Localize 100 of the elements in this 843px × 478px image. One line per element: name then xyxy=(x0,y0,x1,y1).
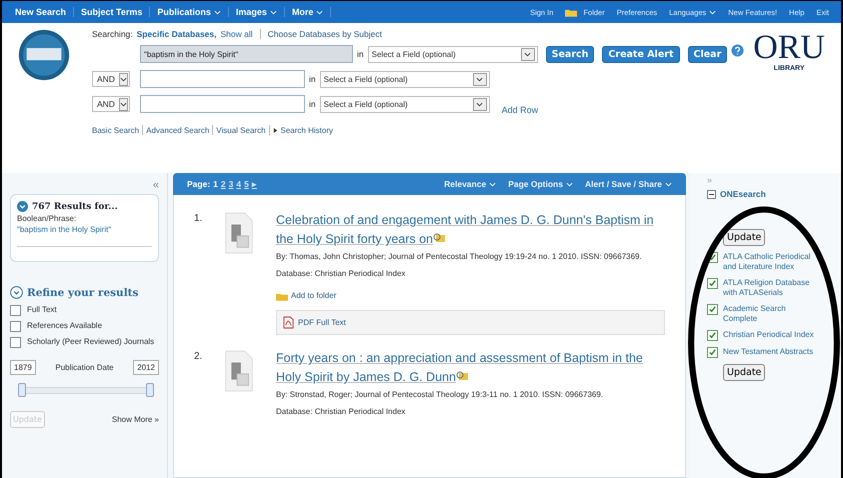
folder-icon xyxy=(565,8,578,16)
caret-icon[interactable] xyxy=(472,98,487,110)
search-action-button[interactable]: Clear xyxy=(688,46,728,62)
checkbox[interactable] xyxy=(707,278,718,289)
show-more-link[interactable]: Show More » xyxy=(112,415,159,424)
date-range-slider[interactable] xyxy=(18,383,154,397)
operator-select[interactable]: AND xyxy=(92,71,130,87)
nav-link[interactable]: Subject Terms xyxy=(74,7,150,17)
filter-label: References Available xyxy=(27,321,102,330)
add-row-link[interactable]: Add Row xyxy=(502,105,538,115)
year-field[interactable]: 2012 xyxy=(133,360,159,375)
pdf-full-text-link[interactable]: PDF Full Text xyxy=(283,316,658,329)
in-label: in xyxy=(357,49,364,59)
page-link[interactable]: 2 xyxy=(220,179,226,189)
in-label: in xyxy=(309,99,316,109)
page-link[interactable]: 3 xyxy=(228,179,234,189)
caret-icon[interactable] xyxy=(520,48,535,60)
caret-icon[interactable] xyxy=(472,72,487,86)
result-title-link[interactable]: Forty years on : an appreciation and assessment of Baptism in the Holy Spirit by James D. G. Dunn xyxy=(276,349,665,387)
add-to-folder-link[interactable]: Add to folder xyxy=(276,290,665,302)
search-action-button[interactable]: Create Alert xyxy=(602,46,680,62)
caret-icon xyxy=(665,182,672,186)
query-text: "baptism in the Holy Spirit" xyxy=(17,225,112,234)
caret-icon xyxy=(316,10,324,14)
choose-databases-link[interactable]: Choose Databases by Subject xyxy=(268,29,382,39)
checkbox[interactable] xyxy=(707,304,718,315)
checkbox[interactable] xyxy=(707,330,718,341)
in-label: in xyxy=(309,74,316,84)
nav-link[interactable]: Images xyxy=(228,7,285,17)
page-link[interactable]: 1 xyxy=(213,179,218,189)
nav-link[interactable]: More xyxy=(284,7,332,17)
result-title-link[interactable]: Celebration of and engagement with James D. G. Dunn's Baptism in the Holy Spirit forty years on xyxy=(276,211,665,249)
results-count: 767 Results for... xyxy=(32,202,118,212)
refine-heading: Refine your results xyxy=(27,286,138,298)
database-label: ATLA Religion Database with ATLASerials xyxy=(723,278,811,298)
toolbar-menu[interactable]: Alert / Save / Share xyxy=(584,179,672,189)
database-label: Academic Search Complete xyxy=(723,304,787,324)
search-mode-link[interactable]: Advanced Search xyxy=(146,126,210,134)
update-button[interactable]: Update xyxy=(723,229,766,246)
checkbox[interactable] xyxy=(707,347,718,358)
search-mode-link[interactable]: Basic Search xyxy=(92,126,140,134)
pdf-icon xyxy=(283,316,294,329)
search-mode-link[interactable]: Visual Search xyxy=(216,126,266,134)
next-page-link[interactable]: ▸ xyxy=(252,179,257,189)
filter-label: Full Text xyxy=(27,305,57,314)
result-number: 2. xyxy=(194,350,204,364)
triangle-icon xyxy=(272,126,278,134)
nav-link[interactable]: Publications xyxy=(150,7,229,17)
checkbox[interactable] xyxy=(10,305,21,316)
database-label: Christian Periodical Index xyxy=(723,330,815,340)
field-select[interactable]: Select a Field (optional) xyxy=(320,96,490,112)
searching-label: Searching: xyxy=(92,29,133,39)
update-button[interactable]: Update xyxy=(723,364,766,381)
toolbar-menu[interactable]: Page Options xyxy=(508,179,573,189)
collapse-icon[interactable]: « xyxy=(152,179,159,191)
logo-icon xyxy=(18,29,70,81)
show-all-link[interactable]: Show all xyxy=(220,29,253,39)
caret-icon xyxy=(566,182,573,186)
collapse-toggle-icon[interactable] xyxy=(17,201,28,212)
caret-icon xyxy=(709,10,716,14)
field-select[interactable]: Select a Field (optional) xyxy=(320,70,490,88)
preview-icon[interactable] xyxy=(433,233,446,243)
toolbar-menu[interactable]: Relevance xyxy=(444,179,496,189)
query-type: Boolean/Phrase: xyxy=(17,214,78,223)
result-database: Database: Christian Periodical Index xyxy=(276,268,406,280)
page-link[interactable]: 5 xyxy=(244,179,249,189)
checkbox[interactable] xyxy=(10,321,21,332)
operator-select[interactable]: AND xyxy=(92,96,130,112)
library-logo-name: ORU xyxy=(753,31,825,65)
nav-link[interactable]: New Search xyxy=(8,7,74,17)
search-field[interactable] xyxy=(140,95,305,113)
collapse-icon[interactable] xyxy=(707,190,716,198)
folder-icon xyxy=(276,292,288,300)
checkbox[interactable] xyxy=(10,337,21,348)
year-field[interactable]: 1879 xyxy=(10,360,36,375)
caret-icon[interactable] xyxy=(118,72,128,86)
filter-label: Scholarly (Peer Reviewed) Journals xyxy=(27,337,154,346)
databases-link[interactable]: Specific Databases, xyxy=(136,29,216,39)
caret-icon[interactable] xyxy=(118,98,128,110)
caret-icon xyxy=(214,10,221,14)
search-mode-link[interactable]: Search History xyxy=(280,126,333,134)
caret-icon xyxy=(270,10,277,14)
help-icon[interactable] xyxy=(731,44,744,56)
preview-icon[interactable] xyxy=(456,371,468,381)
result-byline: By: Stronstad, Roger; Journal of Pentecostal Theology 19:3-11 no. 1 2010. ISSN: 09667369. xyxy=(276,389,604,401)
result-database: Database: Christian Periodical Index xyxy=(276,406,406,418)
result-byline: By: Thomas, John Christopher; Journal of Pentecostal Theology 19:19-24 no. 1 2010. ISSN: 09667369. xyxy=(276,251,643,263)
result-number: 1. xyxy=(194,212,204,226)
collapse-toggle-icon[interactable] xyxy=(10,286,23,299)
date-label: Publication Date xyxy=(55,363,114,372)
page-link[interactable]: 4 xyxy=(236,179,242,189)
search-field[interactable] xyxy=(140,70,305,88)
caret-icon xyxy=(489,182,496,186)
database-label: ATLA Catholic Periodical and Literature Index xyxy=(723,252,812,272)
page-label: Page: xyxy=(187,179,210,189)
field-select[interactable]: Select a Field (optional) xyxy=(368,46,538,62)
onesearch-heading: ONEsearch xyxy=(720,189,766,199)
database-label: New Testament Abstracts xyxy=(723,347,814,357)
search-field[interactable]: "baptism in the Holy Spirit" xyxy=(140,45,353,63)
search-action-button[interactable]: Search xyxy=(546,46,594,62)
